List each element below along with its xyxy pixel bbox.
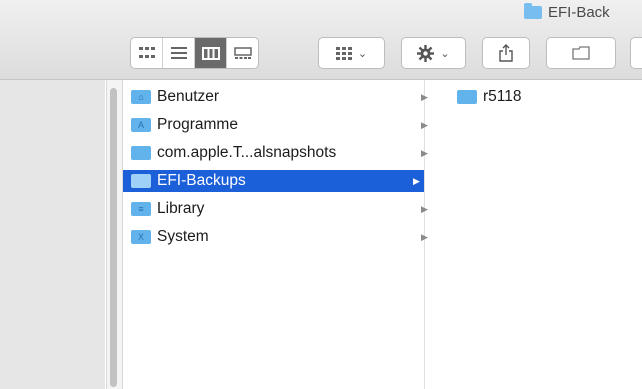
home-folder-icon: ⌂ bbox=[131, 90, 151, 104]
list-item-r5118[interactable]: r5118 bbox=[457, 86, 522, 108]
folder-icon bbox=[457, 90, 477, 104]
column-root: ⌂ Benutzer ▶ A Programme ▶ com.apple.T..… bbox=[123, 80, 428, 389]
list-item-efi-backups[interactable]: EFI-Backups ▶ bbox=[123, 170, 424, 192]
scrollbar-thumb[interactable] bbox=[110, 88, 117, 387]
tag-icon bbox=[572, 46, 590, 60]
library-folder-icon: ≡ bbox=[131, 202, 151, 216]
item-label: Library bbox=[157, 200, 205, 217]
grid-icon bbox=[138, 47, 155, 58]
scrollbar[interactable] bbox=[106, 80, 123, 389]
item-label: com.apple.T...alsnapshots bbox=[157, 144, 337, 161]
list-view-button[interactable] bbox=[163, 38, 195, 68]
icon-view-button[interactable] bbox=[131, 38, 163, 68]
list-item-library[interactable]: ≡ Library ▶ bbox=[131, 198, 428, 220]
item-label: r5118 bbox=[483, 88, 522, 105]
toolbar: EFI-Back ⌄ ⌄ bbox=[0, 0, 642, 80]
column-view-button[interactable] bbox=[195, 38, 227, 68]
gallery-view-button[interactable] bbox=[227, 38, 258, 68]
view-mode-control bbox=[130, 37, 259, 69]
window-title-label: EFI-Back bbox=[548, 4, 610, 21]
list-item-snapshots[interactable]: com.apple.T...alsnapshots ▶ bbox=[131, 142, 428, 164]
group-grid-icon bbox=[335, 46, 352, 60]
gear-icon bbox=[417, 44, 435, 62]
folder-icon bbox=[131, 174, 151, 188]
disclosure-arrow-icon: ▶ bbox=[413, 175, 420, 186]
folder-icon bbox=[131, 146, 151, 160]
group-button[interactable]: ⌄ bbox=[318, 37, 385, 69]
list-icon bbox=[170, 47, 187, 59]
column-efi-backups: r5118 bbox=[425, 80, 642, 389]
action-button[interactable]: ⌄ bbox=[401, 37, 466, 69]
list-item-programme[interactable]: A Programme ▶ bbox=[131, 114, 428, 136]
item-label: Programme bbox=[157, 116, 238, 133]
item-label: EFI-Backups bbox=[157, 172, 246, 189]
list-item-benutzer[interactable]: ⌂ Benutzer ▶ bbox=[131, 86, 428, 108]
tag-button[interactable] bbox=[546, 37, 616, 69]
columns-icon bbox=[201, 46, 220, 60]
list-item-system[interactable]: X System ▶ bbox=[131, 226, 428, 248]
window-title: EFI-Back bbox=[524, 3, 610, 21]
chevron-down-icon: ⌄ bbox=[440, 47, 450, 60]
share-icon bbox=[499, 44, 513, 62]
edit-tags-button[interactable] bbox=[630, 37, 642, 69]
chevron-down-icon: ⌄ bbox=[357, 47, 368, 60]
gallery-icon bbox=[233, 46, 252, 59]
applications-folder-icon: A bbox=[131, 118, 151, 132]
browser-area: ⌂ Benutzer ▶ A Programme ▶ com.apple.T..… bbox=[0, 80, 642, 389]
sidebar bbox=[0, 80, 105, 389]
share-button[interactable] bbox=[482, 37, 530, 69]
folder-icon bbox=[524, 3, 542, 19]
item-label: System bbox=[157, 228, 209, 245]
system-folder-icon: X bbox=[131, 230, 151, 244]
item-label: Benutzer bbox=[157, 88, 220, 105]
